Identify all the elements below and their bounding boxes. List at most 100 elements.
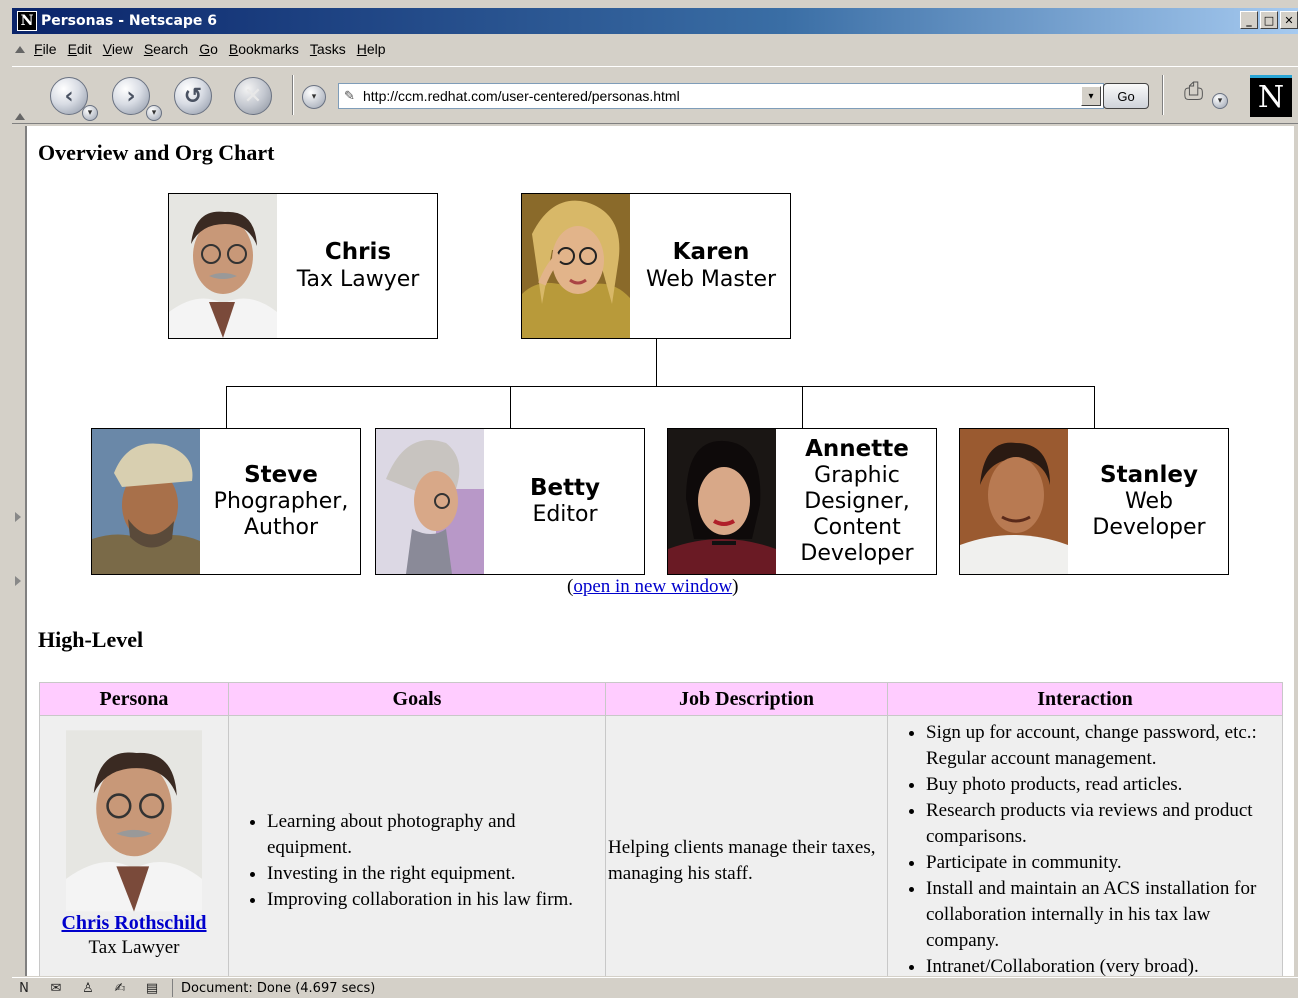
reload-button[interactable]: ↺ [174,77,212,115]
sidebar-toggle-icon[interactable] [15,512,21,522]
column-header: Job Description [605,682,888,716]
chris-portrait [66,730,202,912]
list-item: Investing in the right equipment. [267,861,603,887]
chris-photo [169,194,277,338]
org-connector [802,386,803,428]
org-name: Karen [672,239,750,266]
toolbar-separator [292,75,294,115]
sidebar-toggle-icon[interactable] [15,576,21,586]
page-proxy-icon[interactable]: ✎ [344,88,360,104]
toolbar-separator [1162,75,1164,115]
toolbar-grip-icon[interactable] [15,113,25,120]
org-card-stanley[interactable]: Stanley Web Developer [959,428,1229,575]
karen-photo [522,194,630,338]
annette-photo [668,429,776,574]
goals-cell: Learning about photography and equipment… [228,715,606,976]
address-book-icon[interactable]: ▤ [140,979,164,997]
org-role: Developer [800,541,914,567]
menu-bookmarks[interactable]: Bookmarks [229,41,299,57]
netscape-logo[interactable]: N [1250,75,1292,117]
status-text: Document: Done (4.697 secs) [172,979,375,997]
table-row: Chris Rothschild Tax Lawyer Learning abo… [39,715,1283,976]
menu-help[interactable]: Help [357,41,386,57]
go-button[interactable]: Go [1103,83,1149,109]
title-bar: N Personas - Netscape 6 _ □ ✕ [12,8,1298,34]
org-card-karen[interactable]: Karen Web Master [521,193,791,339]
status-bar: N ✉ ♙ ✍ ▤ Document: Done (4.697 secs) [12,977,1298,998]
open-new-window-link[interactable]: open in new window [573,576,732,597]
mail-icon[interactable]: ✉ [44,979,68,997]
org-name: Betty [529,474,601,501]
window-title: Personas - Netscape 6 [41,13,218,29]
maximize-button[interactable]: □ [1260,11,1278,29]
org-role: Content [813,515,901,541]
search-dropdown-icon[interactable]: ▾ [302,85,326,109]
back-arrow-icon: ‹ [64,83,74,109]
toolbar-grip-icon[interactable] [15,46,25,53]
list-item: Research products via reviews and produc… [926,798,1280,850]
interaction-list: Sign up for account, change password, et… [890,720,1280,976]
column-header: Persona [39,682,229,716]
org-name: Stanley [1100,461,1198,488]
minimize-button[interactable]: _ [1240,11,1258,29]
menu-bar: File Edit View Search Go Bookmarks Tasks… [12,34,1298,64]
org-card-steve[interactable]: Steve Phographer, Author [91,428,361,575]
org-connector [656,338,657,386]
overview-heading: Overview and Org Chart [38,140,275,165]
paren: ) [732,576,739,597]
org-role: Designer, [804,489,910,515]
org-role: Tax Lawyer [296,266,420,292]
org-name: Steve [244,461,318,488]
org-role: Phographer, [213,489,349,515]
org-card-betty[interactable]: Betty Editor [375,428,645,575]
stop-button[interactable]: ✕ [234,77,272,115]
goals-list: Learning about photography and equipment… [231,809,603,913]
stanley-photo [960,429,1068,574]
composer-icon[interactable]: ✍ [108,979,132,997]
url-history-dropdown-icon[interactable]: ▾ [1081,86,1101,106]
menu-tasks[interactable]: Tasks [310,41,346,57]
url-field[interactable]: ✎ http://ccm.redhat.com/user-centered/pe… [338,83,1104,109]
org-name: Chris [324,239,392,266]
org-role: Web Developer [1092,489,1206,541]
job-cell: Helping clients manage their taxes, mana… [605,715,888,976]
persona-cell: Chris Rothschild Tax Lawyer [39,715,229,976]
navigator-icon[interactable]: N [12,979,36,997]
netscape-app-icon: N [17,11,37,31]
print-dropdown-icon[interactable]: ▾ [1212,93,1228,109]
page-content[interactable]: Overview and Org Chart Chris Tax Lawyer [26,126,1294,976]
persona-role: Tax Lawyer [88,937,180,958]
list-item: Sign up for account, change password, et… [926,720,1280,772]
menu-file[interactable]: File [34,41,57,57]
betty-photo [376,429,484,574]
list-item: Improving collaboration in his law firm. [267,887,603,913]
menu-view[interactable]: View [103,41,133,57]
url-text: http://ccm.redhat.com/user-centered/pers… [363,88,680,104]
sidebar-splitter[interactable] [12,126,26,976]
list-item: Participate in community. [926,850,1280,876]
forward-history-dropdown-icon[interactable]: ▾ [146,105,162,121]
stop-icon: ✕ [243,83,263,109]
forward-arrow-icon: › [126,83,136,109]
org-card-annette[interactable]: Annette Graphic Designer, Content Develo… [667,428,937,575]
job-description: Helping clients manage their taxes, mana… [608,836,876,884]
column-header: Goals [228,682,606,716]
menu-go[interactable]: Go [199,41,218,57]
instant-messenger-icon[interactable]: ♙ [76,979,100,997]
persona-name-link[interactable]: Chris Rothschild [42,912,226,935]
org-connector [1094,386,1095,428]
open-link-wrapper: (open in new window) [567,576,739,598]
steve-photo [92,429,200,574]
menu-search[interactable]: Search [144,41,188,57]
back-history-dropdown-icon[interactable]: ▾ [82,105,98,121]
column-header: Interaction [887,682,1283,716]
close-button[interactable]: ✕ [1280,11,1298,29]
menu-edit[interactable]: Edit [68,41,92,57]
org-card-chris[interactable]: Chris Tax Lawyer [168,193,438,339]
org-role: Editor [532,502,598,528]
org-connector [226,386,227,428]
org-connector [226,386,1095,387]
forward-button[interactable]: › [112,77,150,115]
table-header-row: Persona Goals Job Description Interactio… [39,682,1283,716]
navigation-toolbar: ‹ ▾ › ▾ ↺ ✕ ▾ ✎ http://ccm.redhat.com/us… [12,66,1298,124]
